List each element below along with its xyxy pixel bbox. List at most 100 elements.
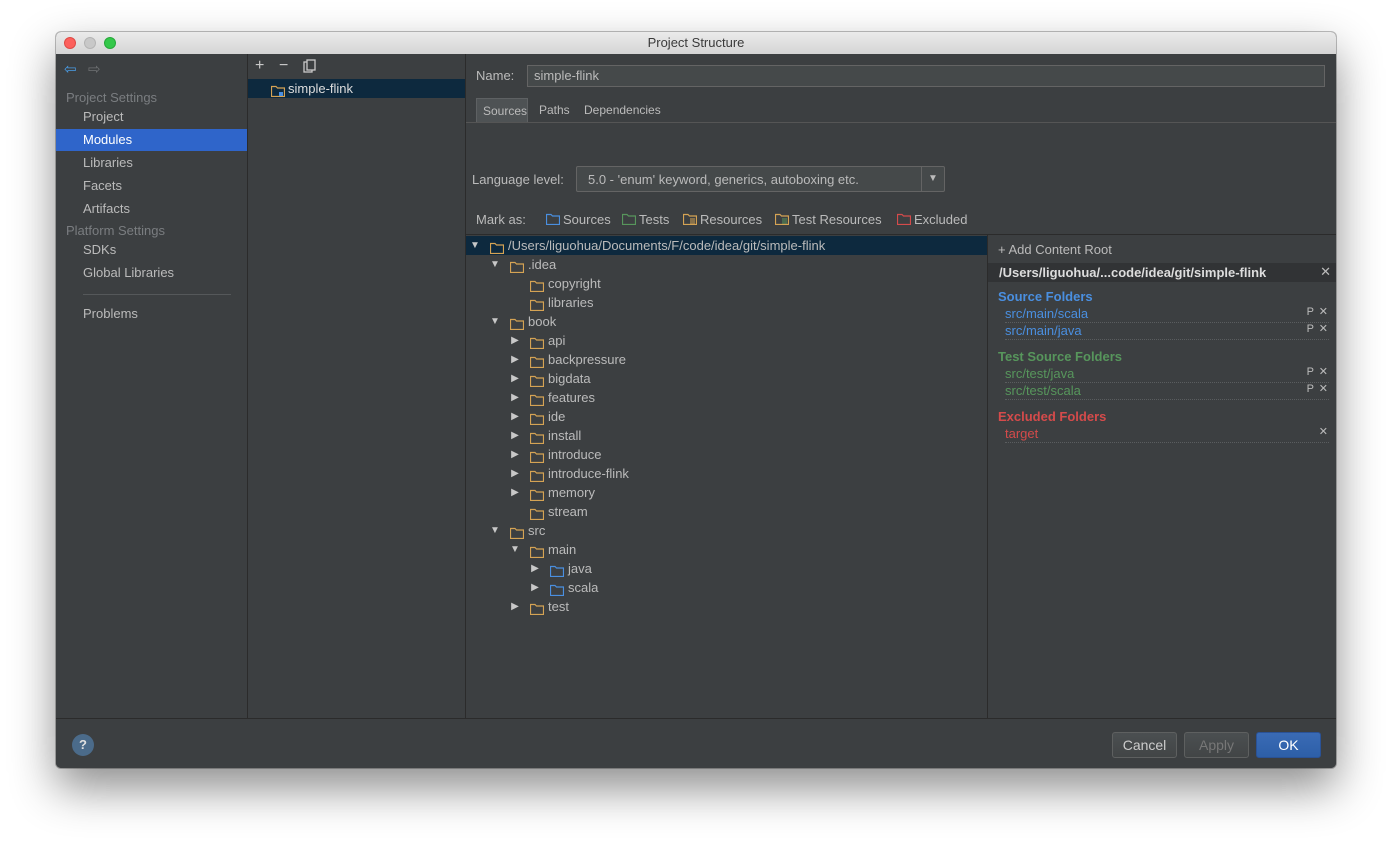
- mark-excluded-label: Excluded: [914, 212, 968, 227]
- collapse-triangle-icon[interactable]: ▶: [510, 350, 520, 369]
- content-root-path: /Users/liguohua/...code/idea/git/simple-…: [999, 265, 1267, 280]
- mark-as-label: Mark as:: [476, 212, 526, 227]
- remove-folder-icon[interactable]: ✕: [1319, 323, 1329, 335]
- modules-panel: + − simple-flink: [248, 54, 466, 718]
- edit-properties-icon[interactable]: P: [1307, 366, 1315, 378]
- settings-nav: ⇦ ⇨ Project Settings Project Modules Lib…: [56, 54, 248, 718]
- nav-item-libraries[interactable]: Libraries: [56, 152, 247, 174]
- folder-actions[interactable]: P ✕: [1307, 322, 1329, 335]
- remove-folder-icon[interactable]: ✕: [1319, 306, 1329, 318]
- collapse-triangle-icon[interactable]: ▶: [530, 559, 540, 578]
- module-name-field[interactable]: simple-flink: [527, 65, 1325, 87]
- nav-item-facets[interactable]: Facets: [56, 175, 247, 197]
- collapse-triangle-icon[interactable]: ▶: [510, 407, 520, 426]
- tree-row[interactable]: ▼ book: [466, 312, 987, 331]
- back-arrow-icon[interactable]: ⇦: [64, 60, 77, 78]
- test-folder-row[interactable]: src/test/scala P ✕: [1005, 383, 1329, 400]
- nav-item-problems[interactable]: Problems: [56, 303, 247, 325]
- tree-node-label: main: [548, 542, 577, 557]
- collapse-triangle-icon[interactable]: ▶: [510, 483, 520, 502]
- remove-folder-icon[interactable]: ✕: [1319, 426, 1329, 438]
- source-folder-row[interactable]: src/main/scala P ✕: [1005, 306, 1329, 323]
- cancel-button[interactable]: Cancel: [1112, 732, 1177, 758]
- nav-item-modules[interactable]: Modules: [56, 129, 247, 151]
- expand-triangle-icon[interactable]: ▼: [510, 540, 520, 559]
- chevron-down-icon[interactable]: ▼: [921, 167, 944, 191]
- tree-row[interactable]: ▶ test: [466, 597, 987, 616]
- excluded-folder-row[interactable]: target ✕: [1005, 426, 1329, 443]
- collapse-triangle-icon[interactable]: ▶: [530, 578, 540, 597]
- edit-properties-icon[interactable]: P: [1307, 383, 1315, 395]
- collapse-triangle-icon[interactable]: ▶: [510, 369, 520, 388]
- tree-row[interactable]: ▶ install: [466, 426, 987, 445]
- folder-actions[interactable]: ✕: [1319, 425, 1329, 438]
- tree-row[interactable]: stream: [466, 502, 987, 521]
- add-module-icon[interactable]: +: [255, 57, 264, 75]
- collapse-triangle-icon[interactable]: ▶: [510, 464, 520, 483]
- collapse-triangle-icon[interactable]: ▶: [510, 331, 520, 350]
- folder-actions[interactable]: P ✕: [1307, 305, 1329, 318]
- tree-row[interactable]: ▶ java: [466, 559, 987, 578]
- minimize-window-button[interactable]: [84, 37, 96, 49]
- tree-row[interactable]: ▶ scala: [466, 578, 987, 597]
- tree-row[interactable]: copyright: [466, 274, 987, 293]
- nav-divider: [83, 294, 231, 295]
- mark-resources-button[interactable]: Resources: [683, 212, 762, 227]
- add-content-root-button[interactable]: + Add Content Root: [998, 242, 1112, 257]
- remove-module-icon[interactable]: −: [279, 57, 288, 75]
- tree-row[interactable]: ▶ features: [466, 388, 987, 407]
- tree-row[interactable]: ▼ src: [466, 521, 987, 540]
- tree-row[interactable]: ▼ .idea: [466, 255, 987, 274]
- expand-triangle-icon[interactable]: ▼: [490, 255, 500, 274]
- nav-item-artifacts[interactable]: Artifacts: [56, 198, 247, 220]
- tree-row[interactable]: ▼ main: [466, 540, 987, 559]
- nav-item-project[interactable]: Project: [56, 106, 247, 128]
- folder-actions[interactable]: P ✕: [1307, 382, 1329, 395]
- collapse-triangle-icon[interactable]: ▶: [510, 597, 520, 616]
- tree-row[interactable]: ▼ /Users/liguohua/Documents/F/code/idea/g…: [466, 236, 987, 255]
- mark-excluded-button[interactable]: Excluded: [897, 212, 967, 227]
- edit-properties-icon[interactable]: P: [1307, 306, 1315, 318]
- help-icon[interactable]: ?: [72, 734, 94, 756]
- remove-folder-icon[interactable]: ✕: [1319, 366, 1329, 378]
- tree-node-label: copyright: [548, 276, 601, 291]
- tree-row[interactable]: ▶ api: [466, 331, 987, 350]
- remove-root-icon[interactable]: ✕: [1320, 264, 1331, 280]
- tree-row[interactable]: ▶ introduce-flink: [466, 464, 987, 483]
- source-folder-row[interactable]: src/main/java P ✕: [1005, 323, 1329, 340]
- collapse-triangle-icon[interactable]: ▶: [510, 388, 520, 407]
- module-row-simple-flink[interactable]: simple-flink: [248, 79, 465, 98]
- tree-row[interactable]: ▶ bigdata: [466, 369, 987, 388]
- mark-tests-button[interactable]: Tests: [622, 212, 669, 227]
- forward-arrow-icon[interactable]: ⇨: [88, 60, 101, 78]
- collapse-triangle-icon[interactable]: ▶: [510, 445, 520, 464]
- tree-row[interactable]: ▶ ide: [466, 407, 987, 426]
- remove-folder-icon[interactable]: ✕: [1319, 383, 1329, 395]
- close-window-button[interactable]: [64, 37, 76, 49]
- tree-row[interactable]: ▶ memory: [466, 483, 987, 502]
- edit-properties-icon[interactable]: P: [1307, 323, 1315, 335]
- expand-triangle-icon[interactable]: ▼: [490, 312, 500, 331]
- tab-dependencies[interactable]: Dependencies: [578, 98, 667, 122]
- tree-row[interactable]: ▶ introduce: [466, 445, 987, 464]
- folder-actions[interactable]: P ✕: [1307, 365, 1329, 378]
- nav-item-sdks[interactable]: SDKs: [56, 239, 247, 261]
- apply-button[interactable]: Apply: [1184, 732, 1249, 758]
- copy-module-icon[interactable]: [303, 59, 317, 78]
- tree-node-label: features: [548, 390, 595, 405]
- tree-row[interactable]: libraries: [466, 293, 987, 312]
- tree-row[interactable]: ▶ backpressure: [466, 350, 987, 369]
- tree-node-label: .idea: [528, 257, 557, 272]
- expand-triangle-icon[interactable]: ▼: [490, 521, 500, 540]
- nav-item-global-libraries[interactable]: Global Libraries: [56, 262, 247, 284]
- mark-test-resources-button[interactable]: Test Resources: [775, 212, 882, 227]
- tab-sources[interactable]: Sources: [476, 98, 528, 122]
- zoom-window-button[interactable]: [104, 37, 116, 49]
- mark-sources-button[interactable]: Sources: [546, 212, 611, 227]
- ok-button[interactable]: OK: [1256, 732, 1321, 758]
- expand-triangle-icon[interactable]: ▼: [470, 236, 480, 255]
- collapse-triangle-icon[interactable]: ▶: [510, 426, 520, 445]
- language-level-select[interactable]: 5.0 - 'enum' keyword, generics, autoboxi…: [576, 166, 945, 192]
- tab-paths[interactable]: Paths: [533, 98, 576, 122]
- test-folder-row[interactable]: src/test/java P ✕: [1005, 366, 1329, 383]
